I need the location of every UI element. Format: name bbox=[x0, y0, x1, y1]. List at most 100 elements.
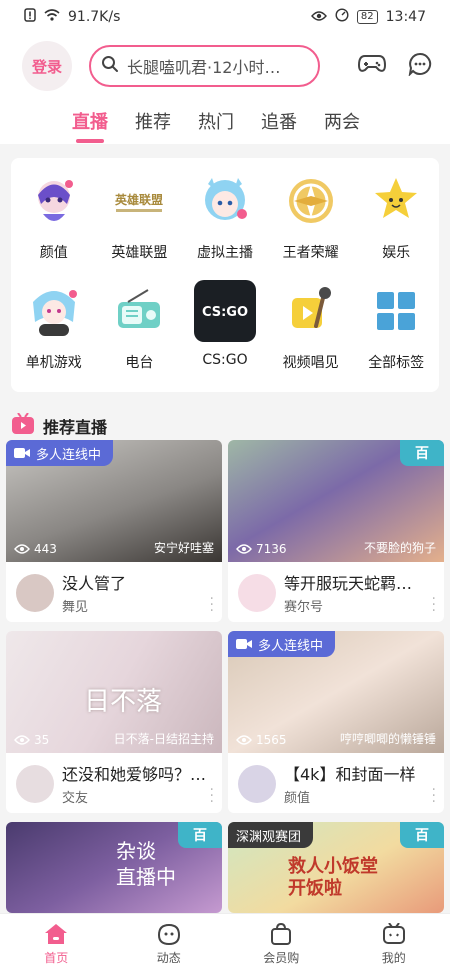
nav-home[interactable]: 首页 bbox=[0, 914, 113, 975]
entertainment-icon bbox=[365, 170, 427, 232]
more-options-icon[interactable]: · · · bbox=[432, 592, 436, 618]
vtuber-icon bbox=[194, 170, 256, 232]
avatar[interactable] bbox=[16, 765, 54, 803]
bottom-nav: 首页 动态 会员购 我的 bbox=[0, 913, 450, 975]
more-options-icon[interactable]: · · · bbox=[432, 783, 436, 809]
gamepad-icon[interactable] bbox=[357, 53, 387, 79]
speedometer-icon bbox=[335, 8, 349, 26]
nav-label: 我的 bbox=[381, 951, 406, 965]
live-title: 还没和她爱够吗？… bbox=[62, 765, 207, 784]
category-beauty[interactable]: 颜值 bbox=[11, 170, 97, 280]
viewer-number: 35 bbox=[34, 733, 50, 747]
cover-overlay-text: 救人小饭堂 开饭啦 bbox=[288, 856, 378, 899]
avatar[interactable] bbox=[238, 765, 276, 803]
viewer-number: 1565 bbox=[256, 733, 287, 747]
live-card[interactable]: 多人连线中 1565 哼哼唧唧的懒锤锤 【4k】和封面一样 颜值 · · · bbox=[228, 631, 444, 813]
tab-hot[interactable]: 热门 bbox=[198, 108, 234, 134]
live-thumbnail: 多人连线中 443 安宁好哇塞 bbox=[6, 440, 222, 562]
multi-link-badge: 多人连线中 bbox=[6, 440, 114, 466]
radio-icon bbox=[108, 280, 170, 342]
live-thumbnail: 百 杂谈 直播中 bbox=[6, 822, 222, 913]
category-video-singing[interactable]: 视频唱见 bbox=[268, 280, 354, 390]
honor-of-kings-icon bbox=[280, 170, 342, 232]
nav-label: 动态 bbox=[156, 951, 181, 965]
corner-tag: 百 bbox=[400, 822, 444, 848]
live-card[interactable]: 百 杂谈 直播中 bbox=[6, 822, 222, 913]
category-label: 单机游戏 bbox=[25, 355, 82, 371]
live-thumbnail: 百 7136 不要脸的狗子 bbox=[228, 440, 444, 562]
recommended-live-header: 推荐直播 bbox=[11, 412, 108, 439]
more-options-icon[interactable]: · · · bbox=[210, 783, 214, 809]
viewer-number: 443 bbox=[34, 542, 57, 556]
message-icon[interactable] bbox=[408, 52, 432, 80]
clock: 13:47 bbox=[385, 9, 426, 25]
live-card[interactable]: 日不落 35 日不落-日结招主持 还没和她爱够吗？… 交友 · · · bbox=[6, 631, 222, 813]
nav-mine[interactable]: 我的 bbox=[338, 914, 450, 975]
category-lol[interactable]: 英雄联盟 英雄联盟 bbox=[97, 170, 183, 280]
battery-indicator: 82 bbox=[356, 10, 378, 24]
search-placeholder: 长腿嗑叽君·12小时… bbox=[127, 58, 281, 77]
tab-recommend[interactable]: 推荐 bbox=[135, 108, 171, 134]
tab-anime[interactable]: 追番 bbox=[261, 108, 297, 134]
category-label: 王者荣耀 bbox=[282, 245, 339, 261]
streamer-name: 安宁好哇塞 bbox=[153, 541, 214, 555]
category-csgo[interactable]: CS:GO CS:GO bbox=[182, 280, 268, 390]
category-all-tags[interactable]: 全部标签 bbox=[353, 280, 439, 390]
streamer-name: 哼哼唧唧的懒锤锤 bbox=[339, 732, 436, 746]
badge-label: 多人连线中 bbox=[36, 447, 102, 463]
tv-icon bbox=[11, 412, 35, 439]
more-options-icon[interactable]: · · · bbox=[210, 592, 214, 618]
eye-icon bbox=[14, 544, 30, 554]
badge-label: 多人连线中 bbox=[258, 638, 324, 654]
viewer-count: 1565 bbox=[236, 733, 287, 747]
live-card[interactable]: 多人连线中 443 安宁好哇塞 没人管了 舞见 · · · bbox=[6, 440, 222, 622]
category-label: 颜值 bbox=[39, 245, 68, 261]
badge-label: 深渊观赛团 bbox=[236, 829, 302, 845]
viewer-count: 7136 bbox=[236, 542, 287, 556]
avatar[interactable] bbox=[16, 574, 54, 612]
live-card[interactable]: 深渊观赛团 百 救人小饭堂 开饭啦 bbox=[228, 822, 444, 913]
live-area: 颜值 bbox=[284, 791, 311, 806]
avatar[interactable] bbox=[238, 574, 276, 612]
header: 登录 长腿嗑叽君·12小时… bbox=[0, 34, 450, 98]
category-radio[interactable]: 电台 bbox=[97, 280, 183, 390]
category-honor-of-kings[interactable]: 王者荣耀 bbox=[268, 170, 354, 280]
lol-logo-text: 英雄联盟 bbox=[115, 192, 163, 207]
search-bar[interactable]: 长腿嗑叽君·12小时… bbox=[89, 45, 320, 87]
beauty-icon bbox=[23, 170, 85, 232]
live-title: 没人管了 bbox=[62, 574, 127, 593]
nav-shop[interactable]: 会员购 bbox=[225, 914, 338, 975]
nav-dynamic[interactable]: 动态 bbox=[113, 914, 226, 975]
shopping-bag-icon bbox=[271, 923, 292, 945]
tab-live[interactable]: 直播 bbox=[72, 108, 108, 134]
search-icon bbox=[101, 55, 119, 77]
live-card[interactable]: 百 7136 不要脸的狗子 等开服玩天蛇羁… 赛尔号 · · · bbox=[228, 440, 444, 622]
category-label: CS:GO bbox=[202, 352, 248, 368]
category-label: 英雄联盟 bbox=[111, 245, 168, 261]
live-title: 【4k】和封面一样 bbox=[284, 765, 416, 784]
streamer-name: 不要脸的狗子 bbox=[363, 541, 436, 555]
login-button[interactable]: 登录 bbox=[22, 41, 72, 91]
category-panel: 颜值 英雄联盟 英雄联盟 虚拟主播 王者荣耀 娱乐 单机游戏 电台 CS:GO … bbox=[11, 158, 439, 392]
section-title: 推荐直播 bbox=[43, 418, 108, 437]
tab-two-sessions[interactable]: 两会 bbox=[324, 108, 360, 134]
eye-icon bbox=[310, 9, 327, 25]
sim-alert-icon bbox=[24, 8, 36, 26]
category-entertainment[interactable]: 娱乐 bbox=[353, 170, 439, 280]
viewer-count: 443 bbox=[14, 542, 57, 556]
home-icon bbox=[45, 924, 68, 944]
cover-overlay-text: 杂谈 直播中 bbox=[116, 839, 176, 889]
live-area: 交友 bbox=[62, 791, 89, 806]
video-singing-icon bbox=[280, 280, 342, 342]
csgo-logo-text: CS:GO bbox=[202, 305, 248, 320]
eye-icon bbox=[236, 735, 252, 745]
corner-tag: 百 bbox=[400, 440, 444, 466]
eye-icon bbox=[14, 735, 30, 745]
category-vtuber[interactable]: 虚拟主播 bbox=[182, 170, 268, 280]
single-player-icon bbox=[23, 280, 85, 342]
category-label: 虚拟主播 bbox=[196, 245, 253, 261]
category-single-player[interactable]: 单机游戏 bbox=[11, 280, 97, 390]
live-thumbnail: 深渊观赛团 百 救人小饭堂 开饭啦 bbox=[228, 822, 444, 913]
all-tags-icon bbox=[365, 280, 427, 342]
live-title: 等开服玩天蛇羁… bbox=[284, 574, 413, 593]
